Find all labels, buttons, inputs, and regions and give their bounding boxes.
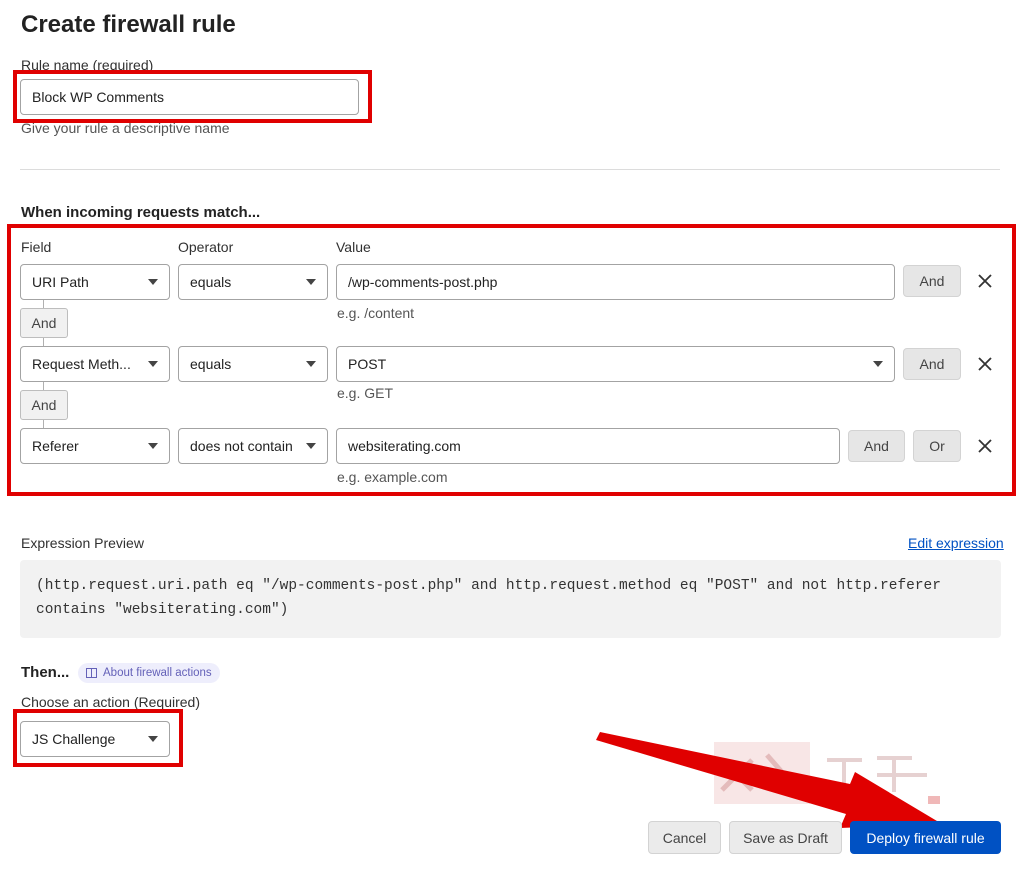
expression-preview-label: Expression Preview — [21, 535, 144, 551]
save-draft-button[interactable]: Save as Draft — [729, 821, 842, 854]
section-divider — [20, 169, 1000, 170]
highlight-box-rule-name — [13, 70, 372, 123]
deploy-firewall-rule-button[interactable]: Deploy firewall rule — [850, 821, 1001, 854]
expression-preview-box: (http.request.uri.path eq "/wp-comments-… — [20, 560, 1001, 638]
match-heading: When incoming requests match... — [21, 204, 261, 221]
expression-line-1: (http.request.uri.path eq "/wp-comments-… — [36, 578, 941, 594]
book-icon — [86, 668, 97, 678]
highlight-box-action — [13, 709, 183, 767]
expression-line-2: contains "websiterating.com") — [36, 602, 289, 618]
highlight-box-match — [7, 224, 1016, 496]
about-firewall-actions-label: About firewall actions — [103, 667, 212, 679]
arrow-annotation — [596, 732, 942, 828]
page-title: Create firewall rule — [21, 11, 236, 38]
action-label: Choose an action (Required) — [21, 694, 200, 710]
then-heading: Then... — [21, 664, 70, 681]
edit-expression-link[interactable]: Edit expression — [908, 535, 1004, 551]
about-firewall-actions-link[interactable]: About firewall actions — [78, 663, 220, 683]
cancel-button[interactable]: Cancel — [648, 821, 721, 854]
